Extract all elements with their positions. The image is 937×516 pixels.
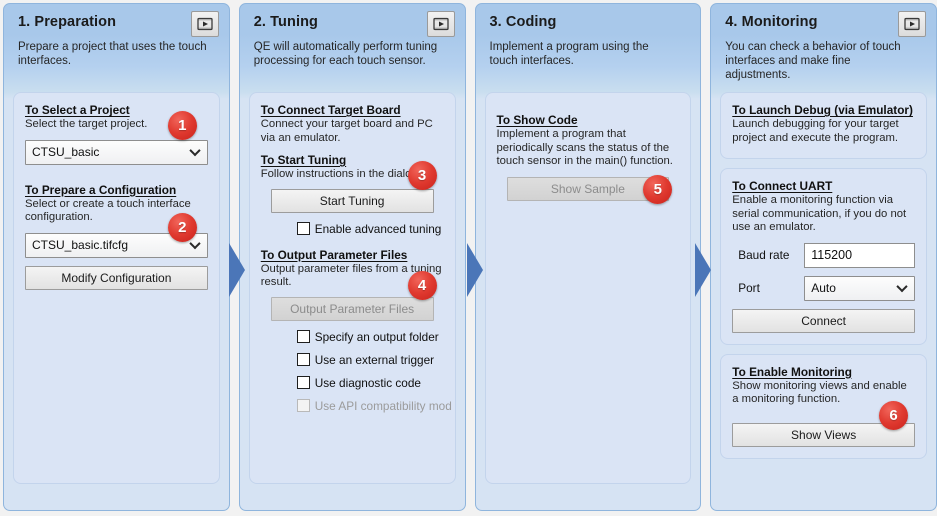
output-parameter-files-heading: To Output Parameter Files: [260, 247, 408, 262]
output-parameter-files-button[interactable]: Output Parameter Files: [270, 296, 434, 321]
modify-configuration-button[interactable]: Modify Configuration: [25, 265, 208, 290]
step-badge-3: 3: [407, 161, 437, 190]
checkbox-box: [296, 399, 310, 412]
show-code-description: Implement a program that periodically sc…: [496, 128, 673, 167]
coding-card: 5 To Show Code Implement a program that …: [484, 92, 692, 484]
connect-button[interactable]: Connect: [732, 308, 915, 333]
port-select[interactable]: Auto: [804, 275, 915, 301]
flow-arrow-2-to-3: [466, 241, 484, 299]
step-badge-6: 6: [879, 400, 908, 430]
enable-monitoring-heading: To Enable Monitoring: [732, 364, 852, 379]
baud-rate-row: Baud rate 115200: [732, 242, 915, 268]
coding-description: Implement a program using the touch inte…: [489, 41, 649, 67]
step-column-tuning: 2. Tuning QE will automatically perform …: [238, 3, 466, 511]
chevron-down-icon: [898, 283, 907, 292]
checkbox-box: [296, 222, 310, 235]
preparation-title: 1. Preparation: [18, 14, 117, 30]
chevron-right-arrow-icon: [467, 243, 483, 297]
use-external-trigger-label: Use an external trigger: [314, 352, 435, 367]
connect-uart-description: Enable a monitoring function via serial …: [732, 194, 907, 233]
preparation-header: 1. Preparation Prepare a project that us…: [4, 4, 229, 92]
specify-output-folder-label: Specify an output folder: [314, 329, 439, 344]
start-tuning-button[interactable]: Start Tuning: [270, 188, 434, 213]
flow-arrow-3-to-4: [694, 241, 712, 299]
video-play-button-tuning[interactable]: [426, 11, 455, 37]
tuning-title: 2. Tuning: [253, 14, 319, 30]
baud-rate-input[interactable]: 115200: [804, 242, 915, 268]
use-api-compatibility-mode-checkbox[interactable]: Use API compatibility mod: [261, 399, 452, 413]
show-code-heading: To Show Code: [496, 113, 578, 127]
checkbox-box: [296, 353, 310, 366]
project-select-value: CTSU_basic: [32, 145, 100, 159]
video-play-button-preparation[interactable]: [190, 11, 219, 37]
video-play-button-monitoring[interactable]: [898, 11, 926, 37]
chevron-down-icon: [191, 147, 200, 156]
checkbox-box: [296, 330, 310, 343]
video-play-icon: [904, 17, 920, 31]
video-play-icon: [197, 17, 213, 31]
monitoring-title: 4. Monitoring: [725, 14, 818, 30]
monitoring-description: You can check a behavior of touch interf…: [725, 41, 901, 81]
connect-uart-card: To Connect UART Enable a monitoring func…: [720, 168, 927, 345]
step-column-coding: 3. Coding Implement a program using the …: [474, 3, 702, 511]
launch-debug-description: Launch debugging for your target project…: [732, 118, 899, 144]
use-diagnostic-code-label: Use diagnostic code: [314, 375, 421, 390]
chevron-right-arrow-icon: [229, 243, 245, 297]
launch-debug-heading: To Launch Debug (via Emulator): [732, 103, 913, 117]
enable-advanced-tuning-label: Enable advanced tuning: [314, 221, 442, 236]
tuning-header: 2. Tuning QE will automatically perform …: [240, 4, 465, 92]
checkbox-box: [296, 376, 310, 389]
step-badge-2: 2: [167, 213, 197, 242]
flow-arrow-1-to-2: [228, 241, 246, 299]
configuration-select-value: CTSU_basic.tifcfg: [32, 238, 129, 252]
connect-target-board-description: Connect your target board and PC via an …: [260, 118, 433, 144]
preparation-description: Prepare a project that uses the touch in…: [18, 41, 207, 67]
step-badge-4: 4: [407, 271, 437, 300]
chevron-down-icon: [191, 240, 200, 249]
project-select[interactable]: CTSU_basic: [25, 139, 208, 165]
baud-rate-label: Baud rate: [738, 248, 790, 262]
use-diagnostic-code-checkbox[interactable]: Use diagnostic code: [261, 376, 444, 390]
port-label: Port: [738, 281, 760, 295]
launch-debug-card: To Launch Debug (via Emulator) Launch de…: [720, 92, 927, 159]
step-column-preparation: 1. Preparation Prepare a project that us…: [3, 3, 230, 511]
coding-title: 3. Coding: [489, 14, 557, 30]
specify-output-folder-checkbox[interactable]: Specify an output folder: [261, 330, 444, 344]
enable-advanced-tuning-checkbox[interactable]: Enable advanced tuning: [261, 222, 444, 236]
tuning-description: QE will automatically perform tuning pro…: [253, 41, 438, 67]
step-badge-1: 1: [167, 111, 197, 140]
connect-uart-heading: To Connect UART: [732, 179, 833, 193]
connect-target-board-heading: To Connect Target Board: [260, 103, 401, 117]
enable-monitoring-card: 6 To Enable Monitoring Show monitoring v…: [720, 353, 927, 459]
preparation-card: 1 To Select a Project Select the target …: [13, 92, 220, 484]
step-column-monitoring: 4. Monitoring You can check a behavior o…: [710, 3, 937, 511]
port-select-value: Auto: [811, 281, 836, 295]
workflow-panel: 1. Preparation Prepare a project that us…: [0, 0, 937, 516]
coding-header: 3. Coding Implement a program using the …: [476, 4, 701, 92]
monitoring-header: 4. Monitoring You can check a behavior o…: [711, 4, 936, 92]
use-external-trigger-checkbox[interactable]: Use an external trigger: [261, 353, 444, 367]
tuning-card: To Connect Target Board Connect your tar…: [248, 92, 456, 484]
chevron-right-arrow-icon: [695, 243, 711, 297]
port-row: Port Auto: [732, 275, 915, 301]
use-api-compatibility-mode-label: Use API compatibility mod: [314, 398, 452, 413]
video-play-icon: [432, 17, 449, 31]
prepare-configuration-heading: To Prepare a Configuration: [25, 182, 177, 197]
